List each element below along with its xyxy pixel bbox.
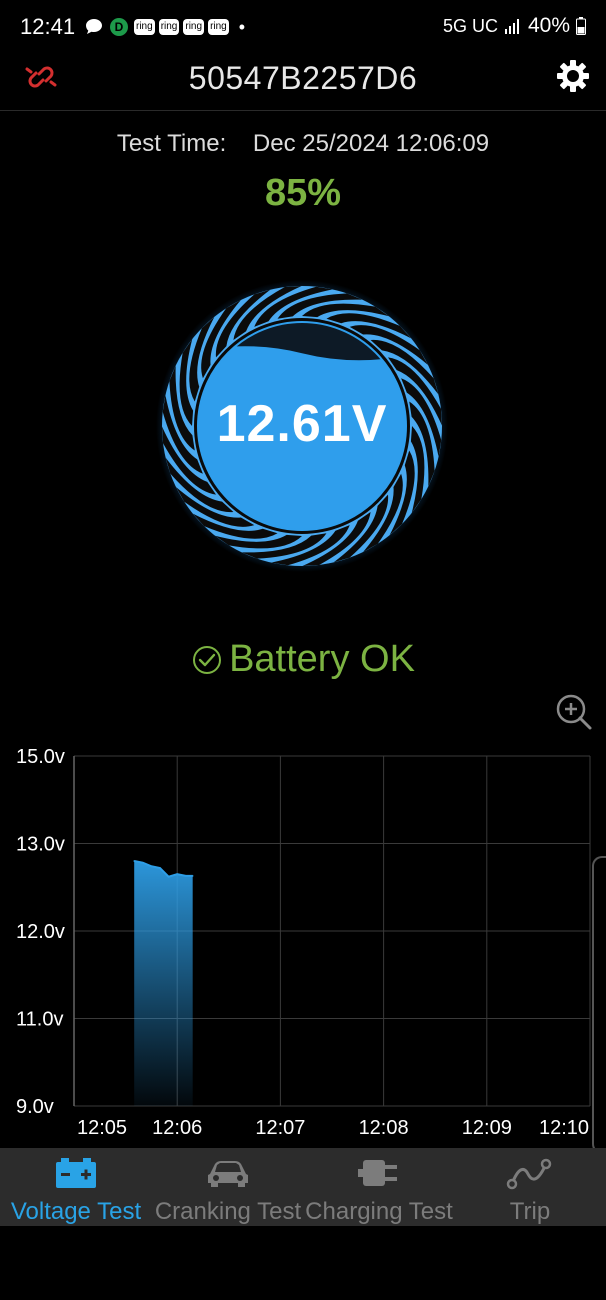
d-app-icon: D <box>110 18 128 36</box>
nav-cranking-test[interactable]: Cranking Test <box>152 1148 304 1226</box>
chart-series <box>133 860 194 1106</box>
voltage-point <box>167 875 170 878</box>
side-scroll-handle[interactable] <box>592 856 606 1154</box>
check-circle-icon <box>193 645 222 674</box>
nav-label: Trip <box>509 1198 551 1225</box>
status-time: 12:41 <box>20 14 76 39</box>
voltage-point <box>159 867 161 869</box>
battery-status-text: Battery OK <box>229 638 415 680</box>
ring-app-icon: ring <box>134 19 155 35</box>
y-tick-label: 15.0v <box>16 746 65 768</box>
voltage-point <box>191 875 194 877</box>
battery-status-icon <box>576 17 586 35</box>
voltage-point <box>142 861 144 864</box>
plug-icon <box>358 1160 397 1186</box>
x-tick-label: 12:10 <box>539 1117 589 1139</box>
chart-y-axis: 15.0v 13.0v 12.0v 11.0v 9.0v <box>16 746 65 1118</box>
nav-charging-test[interactable]: Charging Test <box>304 1148 454 1226</box>
ring-app-icon: ring <box>183 19 205 35</box>
chat-bubble-icon <box>86 19 102 34</box>
voltage-point <box>133 860 135 862</box>
route-icon <box>506 1158 552 1190</box>
status-bar: 12:41 D ring ring ring ring • 5G UC 40% <box>0 0 606 54</box>
test-time: Test Time: Dec 25/2024 12:06:09 <box>0 130 606 158</box>
x-tick-label: 12:07 <box>255 1117 305 1139</box>
voltage-point <box>176 873 178 875</box>
battery-percent-status: 40% <box>527 14 570 37</box>
signal-icon <box>504 19 519 34</box>
device-id-title: 50547B2257D6 <box>188 60 418 96</box>
nav-label: Cranking Test <box>154 1198 302 1225</box>
voltage-area-fill <box>134 861 193 1106</box>
ring-app-icon: ring <box>208 19 229 35</box>
voltage-point <box>185 875 187 877</box>
test-time-value: Dec 25/2024 12:06:09 <box>252 130 490 157</box>
bottom-nav: Voltage Test Cranking Test Charging Test… <box>0 1148 606 1226</box>
test-time-label: Test Time: <box>116 130 227 157</box>
battery-status-message: Battery OK <box>0 638 606 681</box>
notification-icons: D ring ring ring ring • <box>84 17 245 37</box>
voltage-history-chart: 15.0v 13.0v 12.0v 11.0v 9.0v 12:05 12:06 12:07… <box>16 746 591 1139</box>
battery-health-percent: 85% <box>264 172 342 214</box>
y-tick-label: 11.0v <box>16 1009 63 1031</box>
car-icon <box>208 1161 248 1187</box>
voltage-readout: 12.61V <box>216 395 388 453</box>
nav-trip[interactable]: Trip <box>454 1148 606 1226</box>
x-tick-label: 12:09 <box>462 1117 512 1139</box>
nav-label: Voltage Test <box>10 1198 142 1225</box>
y-tick-label: 13.0v <box>16 834 65 856</box>
x-tick-label: 12:08 <box>359 1117 409 1139</box>
nav-voltage-test[interactable]: Voltage Test <box>0 1148 152 1226</box>
x-tick-label: 12:05 <box>77 1117 127 1139</box>
gear-icon[interactable] <box>556 59 590 93</box>
x-tick-label: 12:06 <box>152 1117 202 1139</box>
more-notifications-dot: • <box>238 16 246 37</box>
network-type: 5G UC <box>442 15 498 36</box>
app-header: 50547B2257D6 <box>0 54 606 111</box>
y-tick-label: 9.0v <box>16 1096 54 1118</box>
y-tick-label: 12.0v <box>16 921 65 943</box>
status-right: 5G UC 40% <box>443 14 586 38</box>
ring-app-icon: ring <box>158 19 180 35</box>
chart-x-axis: 12:05 12:06 12:07 12:08 12:09 12:10 <box>77 1117 589 1139</box>
voltage-point <box>150 865 153 868</box>
nav-label: Charging Test <box>305 1198 453 1225</box>
battery-icon <box>56 1158 96 1188</box>
